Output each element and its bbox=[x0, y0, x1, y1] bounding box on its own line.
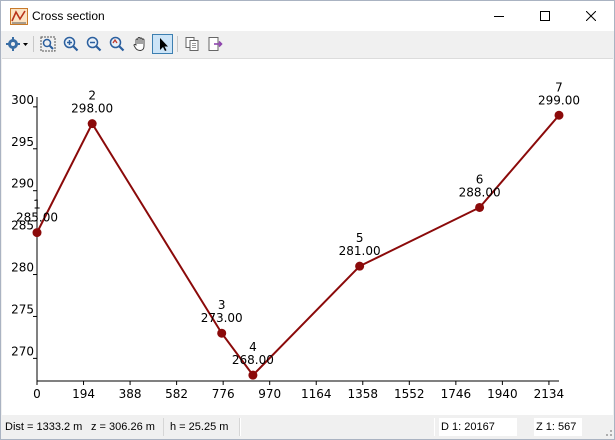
x-tick-label: 776 bbox=[212, 387, 235, 401]
profile-point bbox=[217, 328, 227, 338]
hand-icon bbox=[133, 37, 144, 51]
minimize-icon bbox=[494, 16, 504, 17]
status-empty-panel bbox=[239, 418, 435, 436]
point-value-label: 268.00 bbox=[232, 353, 274, 367]
x-tick-label: 0 bbox=[33, 387, 41, 401]
point-number-label: 5 bbox=[356, 231, 364, 245]
point-number-label: 1 bbox=[33, 198, 41, 212]
profile-point bbox=[87, 119, 97, 129]
cross-section-chart[interactable]: 2702752802852902953000 194 388 582 776 970 116… bbox=[2, 59, 613, 415]
chevron-down-icon bbox=[23, 43, 28, 46]
cross-section-window: Cross section 270 275 280 285 290 295 30… bbox=[0, 0, 615, 440]
point-number-label: 4 bbox=[249, 340, 257, 354]
title-bar: Cross section bbox=[1, 1, 614, 31]
chart-point-labels: 1285.00 2298.00 3273.00 4268.00 5281.00 6288.… bbox=[16, 80, 580, 367]
zoom-out-button[interactable] bbox=[83, 34, 104, 54]
profile-line bbox=[36, 114, 560, 377]
profile-point bbox=[248, 370, 258, 380]
pan-button[interactable] bbox=[129, 34, 150, 54]
x-tick-label: 1940 bbox=[487, 387, 518, 401]
chart-ticks: 2702752802852902953000 194 388 582 776 970 116… bbox=[11, 93, 564, 401]
y-tick-label: 275 bbox=[11, 302, 34, 316]
zoom-previous-button[interactable] bbox=[106, 34, 127, 54]
close-button[interactable] bbox=[568, 1, 614, 31]
x-tick-label: 1746 bbox=[441, 387, 472, 401]
point-value-label: 281.00 bbox=[339, 244, 381, 258]
settings-dropdown-button[interactable] bbox=[4, 34, 30, 54]
y-tick-label: 270 bbox=[11, 344, 34, 358]
x-tick-label: 1164 bbox=[301, 387, 332, 401]
status-d-scale: D 1: 20167 bbox=[439, 418, 517, 436]
status-elevation: z = 306.26 m bbox=[91, 421, 155, 433]
y-tick-label: 295 bbox=[11, 135, 34, 149]
x-tick-label: 388 bbox=[119, 387, 142, 401]
profile-point bbox=[475, 202, 485, 212]
gear-icon bbox=[6, 37, 28, 51]
x-tick-label: 582 bbox=[165, 387, 188, 401]
toolbar-separator bbox=[33, 36, 34, 52]
status-height: h = 25.25 m bbox=[163, 418, 241, 436]
maximize-icon bbox=[540, 11, 550, 21]
profile-point bbox=[32, 228, 42, 238]
export-button[interactable] bbox=[204, 34, 225, 54]
export-icon bbox=[208, 37, 223, 51]
x-tick-label: 1358 bbox=[347, 387, 378, 401]
toolbar bbox=[1, 31, 614, 57]
minimize-button[interactable] bbox=[476, 1, 522, 31]
point-number-label: 2 bbox=[88, 89, 96, 103]
cross-section-plot-area[interactable]: 270 275 280 285 290 295 300 0 194 388 582 776 970 116… bbox=[2, 58, 613, 415]
select-pointer-button[interactable] bbox=[152, 34, 173, 54]
window-title: Cross section bbox=[32, 9, 105, 23]
zoom-in-button[interactable] bbox=[60, 34, 81, 54]
point-number-label: 6 bbox=[476, 172, 484, 186]
point-value-label: 288.00 bbox=[459, 185, 501, 199]
point-value-label: 285.00 bbox=[16, 211, 58, 225]
zoom-extents-icon bbox=[40, 36, 55, 52]
profile-point bbox=[355, 261, 365, 271]
point-value-label: 298.00 bbox=[71, 102, 113, 116]
maximize-button[interactable] bbox=[522, 1, 568, 31]
point-value-label: 299.00 bbox=[538, 93, 580, 107]
profile-point bbox=[554, 110, 564, 120]
zoom-extents-button[interactable] bbox=[37, 34, 58, 54]
x-tick-label: 194 bbox=[72, 387, 95, 401]
zoom-previous-icon bbox=[109, 36, 124, 52]
zoom-out-icon bbox=[86, 36, 101, 52]
point-value-label: 273.00 bbox=[201, 311, 243, 325]
chart-axes bbox=[36, 97, 559, 382]
y-tick-label: 300 bbox=[11, 93, 34, 107]
y-tick-label: 280 bbox=[11, 261, 34, 275]
x-tick-label: 2134 bbox=[534, 387, 565, 401]
x-tick-label: 1552 bbox=[394, 387, 425, 401]
resize-grip-icon[interactable] bbox=[601, 425, 613, 437]
point-number-label: 3 bbox=[218, 298, 226, 312]
status-bar: Dist = 1333.2 m z = 306.26 m h = 25.25 m… bbox=[1, 415, 614, 439]
point-number-label: 7 bbox=[555, 80, 563, 94]
y-tick-label: 290 bbox=[11, 177, 34, 191]
status-distance: Dist = 1333.2 m bbox=[5, 421, 83, 433]
x-tick-label: 970 bbox=[258, 387, 281, 401]
copy-icon bbox=[185, 37, 198, 51]
cross-section-app-icon bbox=[10, 8, 28, 25]
status-z-scale: Z 1: 567 bbox=[534, 418, 582, 436]
pointer-icon bbox=[159, 38, 168, 51]
zoom-in-icon bbox=[63, 36, 78, 52]
chart-series bbox=[32, 110, 564, 380]
toolbar-separator bbox=[177, 36, 178, 52]
copy-button[interactable] bbox=[181, 34, 202, 54]
close-icon bbox=[586, 11, 596, 21]
